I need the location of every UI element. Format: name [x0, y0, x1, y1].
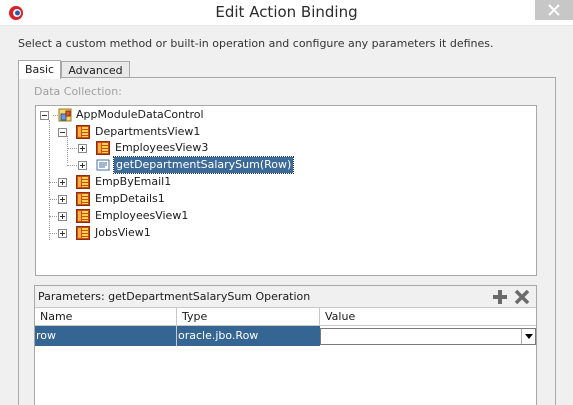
- data-collection-label: Data Collection:: [34, 85, 122, 98]
- tree-item-empdetails1[interactable]: EmpDetails1: [95, 191, 165, 207]
- tree-item-empbyemail1[interactable]: EmpByEmail1: [95, 174, 171, 190]
- remove-parameter-icon[interactable]: [513, 288, 531, 306]
- view-object-icon: [76, 192, 90, 206]
- column-header-name[interactable]: Name: [35, 308, 177, 326]
- collapse-toggle[interactable]: [58, 128, 67, 137]
- parameters-table: Parameters: getDepartmentSalarySum Opera…: [34, 285, 537, 405]
- param-value-select[interactable]: [320, 328, 536, 345]
- data-collection-tree[interactable]: AppModuleDataControl DepartmentsView1 Em…: [35, 105, 537, 276]
- parameters-title: Parameters: getDepartmentSalarySum Opera…: [38, 290, 311, 303]
- expand-toggle[interactable]: [58, 212, 67, 221]
- view-object-icon: [76, 175, 90, 189]
- view-object-icon: [76, 226, 90, 240]
- data-control-icon: [58, 108, 72, 122]
- view-object-icon: [76, 125, 90, 139]
- title-bar: Edit Action Binding: [0, 0, 573, 26]
- tree-item-departmentsview1[interactable]: DepartmentsView1: [95, 124, 200, 140]
- tree-connector: [49, 120, 50, 240]
- tab-advanced[interactable]: Advanced: [61, 61, 130, 78]
- tree-item-employeesview1[interactable]: EmployeesView1: [95, 208, 188, 224]
- close-icon: [548, 4, 560, 16]
- parameters-header: Parameters: getDepartmentSalarySum Opera…: [35, 286, 536, 308]
- dialog-description: Select a custom method or built-in opera…: [18, 37, 494, 50]
- tab-basic[interactable]: Basic: [18, 60, 61, 79]
- view-object-icon: [96, 141, 110, 155]
- column-header-value[interactable]: Value: [320, 308, 536, 326]
- column-header-type[interactable]: Type: [177, 308, 320, 326]
- add-parameter-icon[interactable]: [491, 288, 509, 306]
- tree-connector: [67, 136, 68, 163]
- view-object-icon: [76, 209, 90, 223]
- expand-toggle[interactable]: [78, 161, 87, 170]
- tree-item-employeesview3[interactable]: EmployeesView3: [115, 140, 208, 156]
- tree-item-jobsview1[interactable]: JobsView1: [95, 225, 151, 241]
- method-icon: [96, 159, 110, 171]
- tree-item-appmoduledatacontrol[interactable]: AppModuleDataControl: [76, 107, 204, 123]
- expand-toggle[interactable]: [78, 144, 87, 153]
- tree-item-getdepartmentsalarysum[interactable]: getDepartmentSalarySum(Row): [112, 156, 295, 174]
- window-title: Edit Action Binding: [215, 3, 358, 21]
- collapse-toggle[interactable]: [40, 111, 49, 120]
- expand-toggle[interactable]: [58, 229, 67, 238]
- cell-param-type[interactable]: oracle.jbo.Row: [177, 326, 320, 346]
- expand-toggle[interactable]: [58, 195, 67, 204]
- close-button[interactable]: [535, 0, 573, 20]
- chevron-down-icon[interactable]: [521, 329, 535, 344]
- cell-param-name[interactable]: row: [35, 326, 177, 346]
- expand-toggle[interactable]: [58, 178, 67, 187]
